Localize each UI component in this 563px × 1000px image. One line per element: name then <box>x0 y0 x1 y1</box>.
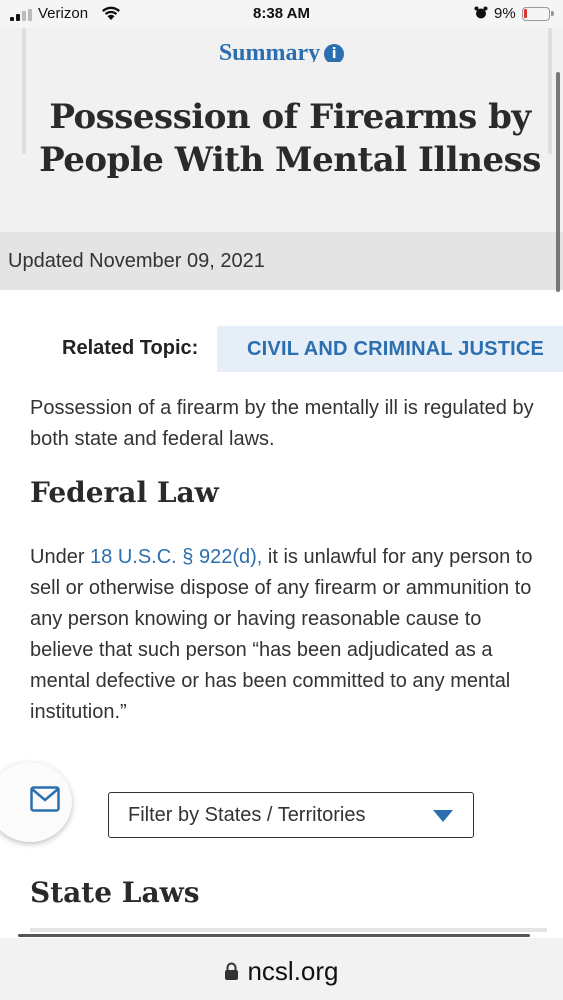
lock-icon <box>225 962 239 980</box>
federal-law-paragraph: Under 18 U.S.C. § 922(d), it is unlawful… <box>30 542 550 728</box>
federal-prefix: Under <box>30 546 91 568</box>
filter-label: Filter by States / Territories <box>128 804 366 826</box>
header-right-rule <box>548 28 552 154</box>
related-topic-link[interactable]: CIVIL AND CRIMINAL JUSTICE <box>217 326 563 372</box>
browser-address-bar[interactable]: ncsl.org <box>0 934 563 1000</box>
url-text: ncsl.org <box>247 956 339 986</box>
envelope-icon <box>30 786 60 812</box>
page-title: Possession of Firearms by People With Me… <box>39 97 541 180</box>
intro-paragraph: Possession of a firearm by the mentally … <box>30 397 534 450</box>
page-header: Summary i Possession of Firearms by Peopl… <box>0 28 563 232</box>
summary-link[interactable]: Summary i <box>0 42 563 62</box>
summary-link-label[interactable]: Summary <box>219 42 320 62</box>
updated-bar: Updated November 09, 2021 <box>0 232 563 290</box>
alarm-icon <box>474 6 488 19</box>
federal-body: it is unlawful for any person to sell or… <box>30 546 533 723</box>
battery-icon <box>522 7 554 21</box>
header-left-rule <box>22 28 26 154</box>
state-laws-heading: State Laws <box>30 876 200 909</box>
battery-percent: 9% <box>494 5 516 22</box>
info-icon: i <box>324 44 345 62</box>
updated-date: Updated November 09, 2021 <box>8 250 265 272</box>
url-display[interactable]: ncsl.org <box>0 956 563 987</box>
usc-link[interactable]: 18 U.S.C. § 922(d), <box>90 546 262 568</box>
status-bar: Verizon 8:38 AM 9% <box>0 0 563 28</box>
email-button[interactable] <box>0 762 72 842</box>
section-divider <box>30 928 547 932</box>
federal-law-heading: Federal Law <box>30 476 219 509</box>
caret-down-icon <box>433 810 453 822</box>
progress-line <box>18 934 530 937</box>
filter-states-dropdown[interactable]: Filter by States / Territories <box>108 792 474 838</box>
scrollbar[interactable] <box>556 72 560 292</box>
related-topic-label: Related Topic: <box>62 337 199 359</box>
